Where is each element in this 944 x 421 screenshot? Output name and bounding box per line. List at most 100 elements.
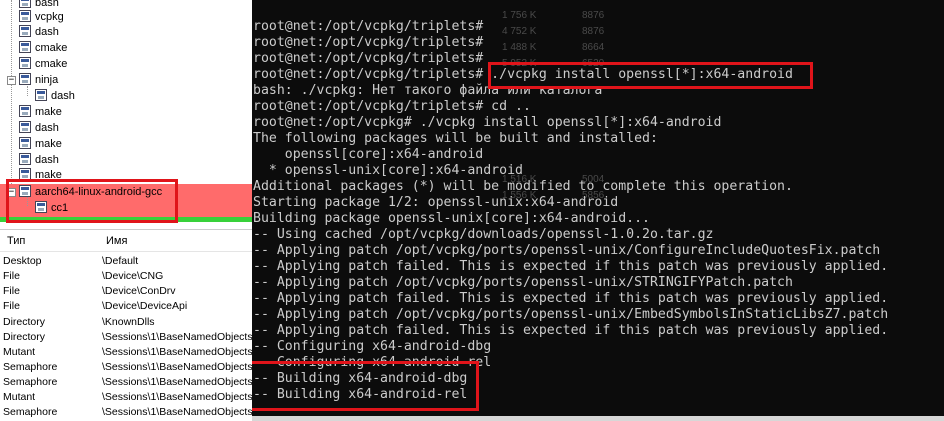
tree-item-label: dash bbox=[35, 26, 59, 38]
process-icon bbox=[19, 153, 31, 165]
handle-row[interactable]: Desktop \Default bbox=[0, 254, 252, 269]
ghost-value: 1 756 K bbox=[502, 10, 537, 21]
handle-row[interactable]: File \Device\ConDrv bbox=[0, 284, 252, 299]
handle-type: File bbox=[3, 300, 20, 312]
process-icon bbox=[19, 105, 31, 117]
handle-row[interactable]: Semaphore \Sessions\1\BaseNamedObjects bbox=[0, 360, 252, 375]
handle-name: \Sessions\1\BaseNamedObjects bbox=[102, 346, 252, 358]
handle-row[interactable]: File \Device\DeviceApi bbox=[0, 299, 252, 314]
tree-item-label: ninja bbox=[35, 74, 59, 86]
process-icon bbox=[19, 73, 31, 85]
handle-name: \Sessions\1\BaseNamedObjects bbox=[102, 361, 252, 373]
column-header-name[interactable]: Имя bbox=[106, 235, 127, 247]
tree-item[interactable]: cmake bbox=[19, 40, 67, 56]
handle-name: \Sessions\1\BaseNamedObjects bbox=[102, 331, 252, 343]
process-icon bbox=[19, 137, 31, 149]
tree-item[interactable]: cmake bbox=[19, 56, 67, 72]
tree-item[interactable]: make bbox=[19, 104, 62, 120]
tree-item[interactable]: ninja bbox=[19, 72, 58, 88]
handle-name: \Device\ConDrv bbox=[102, 285, 176, 297]
handle-name: \Sessions\1\BaseNamedObjects bbox=[102, 391, 252, 403]
handle-type: Semaphore bbox=[3, 376, 58, 388]
tree-item[interactable]: vcpkg bbox=[19, 9, 64, 25]
process-icon bbox=[19, 25, 31, 37]
terminal-line: openssl[core]:x64-android bbox=[253, 147, 484, 162]
handle-type: File bbox=[3, 270, 20, 282]
terminal-scrollbar[interactable] bbox=[252, 416, 944, 421]
handle-row[interactable]: Semaphore \Sessions\1\BaseNamedObjects bbox=[0, 405, 252, 420]
handle-type: Directory bbox=[3, 331, 46, 343]
process-icon bbox=[19, 121, 31, 133]
handle-name: \Default bbox=[102, 255, 139, 267]
process-icon bbox=[19, 57, 31, 69]
tree-item-label: cmake bbox=[35, 42, 68, 54]
handles-list[interactable]: Тип Имя Desktop \Default File \Device\CNG … bbox=[0, 229, 252, 421]
tree-item-label: make bbox=[35, 106, 62, 118]
ghost-value: 8876 bbox=[582, 10, 605, 21]
terminal-line: root@net:/opt/vcpkg/triplets# bbox=[253, 51, 484, 66]
terminal-line: root@net:/opt/vcpkg/triplets# bbox=[253, 19, 484, 34]
tree-item[interactable]: make bbox=[19, 136, 62, 152]
tree-item[interactable]: dash bbox=[35, 88, 75, 104]
handle-row[interactable]: Directory \KnownDlls bbox=[0, 315, 252, 330]
terminal-line: -- Using cached /opt/vcpkg/downloads/ope… bbox=[253, 227, 714, 242]
annotation-box-process bbox=[6, 179, 178, 223]
tree-item-label: bash bbox=[35, 0, 59, 9]
annotation-box-building bbox=[252, 361, 479, 411]
tree-item-label: cmake bbox=[35, 58, 68, 70]
handle-row[interactable]: Semaphore \Sessions\1\BaseNamedObjects bbox=[0, 375, 252, 390]
handle-type: Desktop bbox=[3, 255, 42, 267]
ghost-value: 1 488 K bbox=[502, 42, 537, 53]
terminal-line: -- Applying patch failed. This is expect… bbox=[253, 259, 889, 274]
tree-connector bbox=[11, 0, 12, 184]
process-icon bbox=[19, 0, 31, 8]
handle-type: Semaphore bbox=[3, 361, 58, 373]
handle-type: File bbox=[3, 285, 20, 297]
terminal-line: -- Configuring x64-android-dbg bbox=[253, 339, 492, 354]
terminal-line: Building package openssl-unix[core]:x64-… bbox=[253, 211, 650, 226]
process-icon bbox=[19, 10, 31, 22]
tree-item[interactable]: dash bbox=[19, 152, 59, 168]
terminal-line: -- Applying patch failed. This is expect… bbox=[253, 291, 889, 306]
collapse-icon[interactable]: − bbox=[7, 76, 16, 85]
tree-item[interactable]: dash bbox=[19, 120, 59, 136]
process-tree[interactable]: bash vcpkg dash cmake cmake − ninja dash… bbox=[0, 0, 252, 229]
tree-item-label: dash bbox=[35, 122, 59, 134]
handle-row[interactable]: File \Device\CNG bbox=[0, 269, 252, 284]
handle-row[interactable]: Directory \Sessions\1\BaseNamedObjects bbox=[0, 330, 252, 345]
terminal-line: -- Applying patch /opt/vcpkg/ports/opens… bbox=[253, 275, 793, 290]
ghost-value: 4 752 K bbox=[502, 26, 537, 37]
handle-name: \Sessions\1\BaseNamedObjects bbox=[102, 406, 252, 418]
terminal-line: -- Applying patch /opt/vcpkg/ports/opens… bbox=[253, 307, 889, 322]
terminal-line: -- Applying patch /opt/vcpkg/ports/opens… bbox=[253, 243, 881, 258]
ghost-value: 8876 bbox=[582, 26, 605, 37]
annotation-box-command bbox=[488, 62, 813, 89]
tree-item[interactable]: dash bbox=[19, 24, 59, 40]
handle-type: Semaphore bbox=[3, 406, 58, 418]
ghost-value: 8664 bbox=[582, 42, 605, 53]
process-icon bbox=[19, 41, 31, 53]
tree-item-label: dash bbox=[35, 154, 59, 166]
terminal-line: Starting package 1/2: openssl-unix:x64-a… bbox=[253, 195, 619, 210]
handle-name: \Device\DeviceApi bbox=[102, 300, 188, 312]
handle-name: \KnownDlls bbox=[102, 316, 155, 328]
terminal-window[interactable]: 1 756 K 8876 4 752 K 8876 1 488 K 8664 5… bbox=[252, 0, 944, 421]
handle-row[interactable]: Mutant \Sessions\1\BaseNamedObjects bbox=[0, 390, 252, 405]
terminal-line: Additional packages (*) will be modified… bbox=[253, 179, 793, 194]
tree-item-label: dash bbox=[51, 90, 75, 102]
terminal-line: The following packages will be built and… bbox=[253, 131, 658, 146]
terminal-line: root@net:/opt/vcpkg/triplets# bbox=[253, 35, 484, 50]
process-icon bbox=[35, 89, 47, 101]
handle-type: Mutant bbox=[3, 346, 36, 358]
terminal-line: root@net:/opt/vcpkg# ./vcpkg install ope… bbox=[253, 115, 722, 130]
handle-type: Mutant bbox=[3, 391, 36, 403]
handle-row[interactable]: Mutant \Sessions\1\BaseNamedObjects bbox=[0, 345, 252, 360]
handle-type: Directory bbox=[3, 316, 46, 328]
handles-header: Тип Имя bbox=[0, 230, 252, 252]
tree-item-label: make bbox=[35, 138, 62, 150]
column-header-type[interactable]: Тип bbox=[7, 235, 25, 247]
terminal-line: -- Applying patch failed. This is expect… bbox=[253, 323, 889, 338]
terminal-line: * openssl-unix[core]:x64-android bbox=[253, 163, 523, 178]
tree-item-label: vcpkg bbox=[35, 11, 64, 23]
handle-name: \Device\CNG bbox=[102, 270, 164, 282]
